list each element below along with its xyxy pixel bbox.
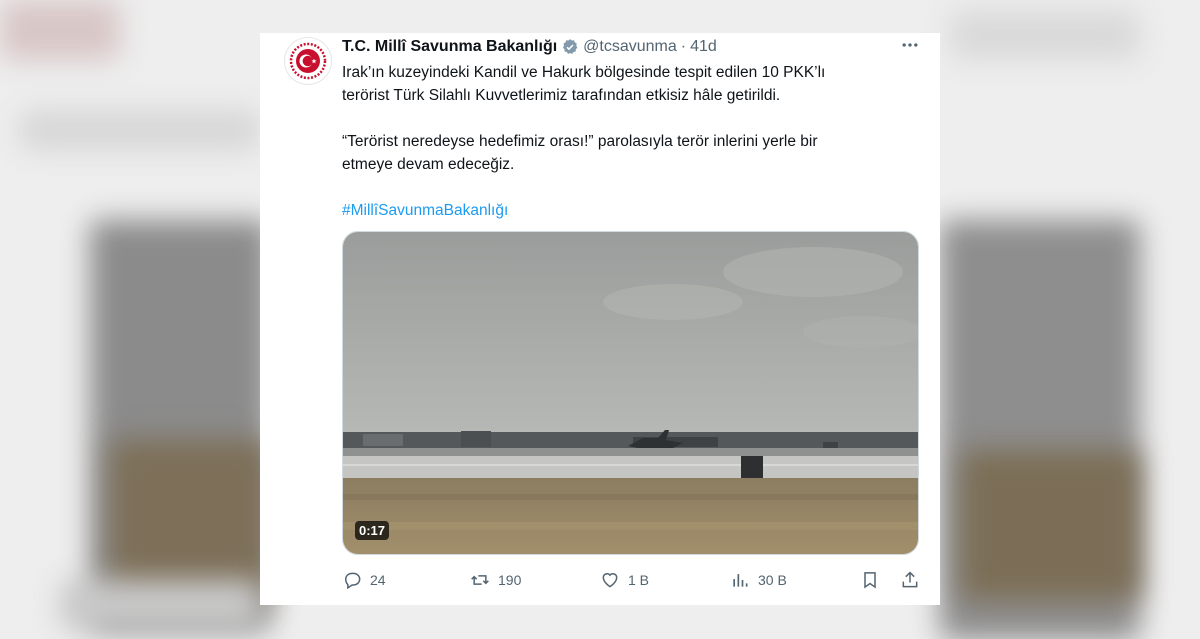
like-button[interactable]: 1 B	[600, 567, 649, 593]
video-player[interactable]: 0:17	[342, 231, 919, 555]
view-count: 30 B	[758, 572, 787, 588]
share-icon	[902, 571, 918, 588]
more-icon[interactable]	[900, 35, 920, 55]
retweet-icon	[471, 575, 489, 585]
share-button[interactable]	[900, 567, 920, 593]
tweet-header: T.C. Millî Savunma Bakanlığı @tcsavunma …	[342, 35, 920, 59]
author-handle[interactable]: @tcsavunma	[583, 38, 677, 56]
tweet-paragraph: Irak’ın kuzeyindeki Kandil ve Hakurk böl…	[342, 64, 826, 104]
video-duration: 0:17	[355, 521, 390, 540]
heart-icon	[602, 573, 618, 588]
like-count: 1 B	[628, 572, 650, 588]
avatar[interactable]	[284, 37, 332, 85]
reply-button[interactable]: 24	[342, 567, 386, 593]
tweet-time[interactable]: 41d	[690, 38, 717, 56]
bookmark-button[interactable]	[860, 567, 880, 593]
ministry-emblem-icon	[289, 42, 327, 80]
retweet-count: 190	[498, 572, 522, 588]
reply-icon	[344, 572, 361, 590]
views-icon	[733, 574, 748, 587]
tweet-actions: 24 190 1 B 30 B	[342, 567, 922, 593]
retweet-button[interactable]: 190	[470, 567, 521, 593]
author-name[interactable]: T.C. Millî Savunma Bakanlığı	[342, 38, 557, 56]
tweet-text: Irak’ın kuzeyindeki Kandil ve Hakurk böl…	[342, 61, 902, 222]
separator-dot: ·	[680, 38, 687, 55]
hashtag-link[interactable]: #MillîSavunmaBakanlığı	[342, 199, 902, 222]
bookmark-icon	[864, 572, 876, 589]
tweet-paragraph: “Terörist neredeyse hedefimiz orası!” pa…	[342, 133, 818, 173]
tweet-card[interactable]: T.C. Millî Savunma Bakanlığı @tcsavunma …	[260, 33, 940, 605]
views-button[interactable]: 30 B	[730, 567, 787, 593]
reply-count: 24	[370, 572, 386, 588]
video-thumbnail	[343, 232, 918, 554]
verified-badge-icon[interactable]	[561, 38, 579, 56]
